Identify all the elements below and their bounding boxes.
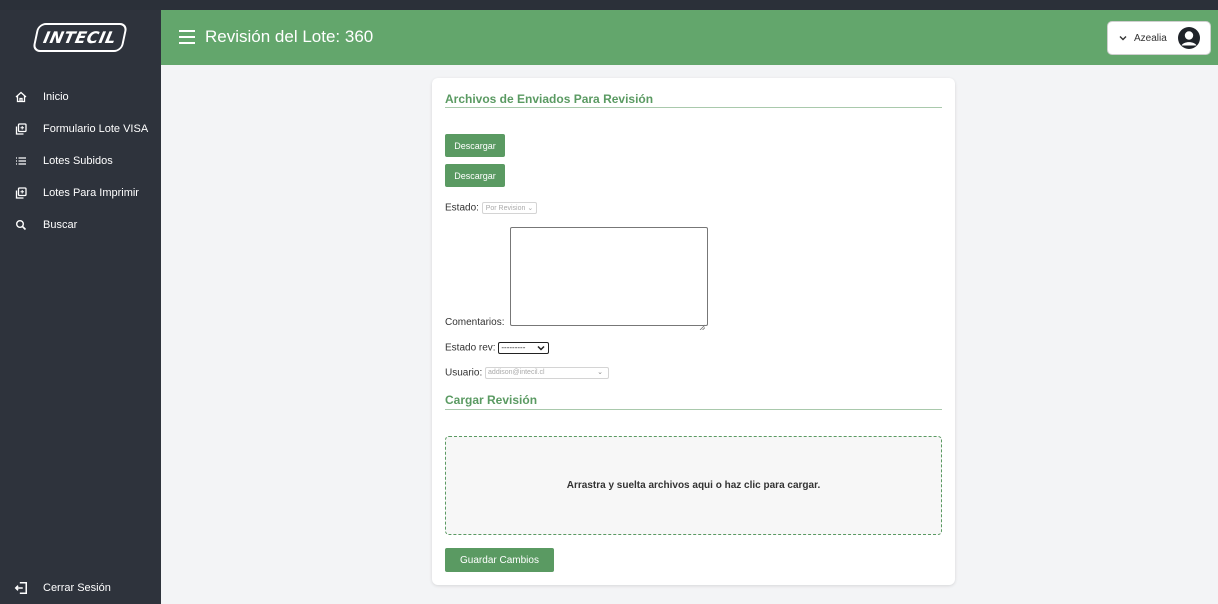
top-border [0, 0, 1218, 10]
estado-rev-row: Estado rev: --------- [445, 342, 550, 355]
usuario-label: Usuario: [445, 367, 483, 379]
section-divider [445, 107, 942, 108]
logo-area[interactable]: INTECIL [0, 10, 161, 65]
menu-toggle-icon[interactable] [179, 30, 195, 44]
page-title: Revisión del Lote: 360 [205, 27, 374, 46]
estado-rev-select[interactable]: --------- [498, 342, 550, 355]
intecil-logo: INTECIL [31, 23, 129, 52]
resize-handle-icon[interactable] [699, 317, 706, 331]
copy-icon [14, 122, 28, 136]
home-icon [14, 90, 28, 104]
sidebar-item-label: Inicio [43, 91, 69, 103]
top-header: Revisión del Lote: 360 Azealia [161, 10, 1218, 65]
upload-section-title: Cargar Revisión [445, 393, 538, 407]
search-icon [14, 218, 28, 232]
sidebar: INTECIL Inicio Formulario Lote VISA Lote… [0, 10, 161, 604]
download-button-1[interactable]: Descargar [445, 134, 505, 157]
estado-select: Por Revision ⌄ [481, 202, 538, 214]
list-icon [14, 154, 28, 168]
chevron-down-icon [1118, 33, 1128, 43]
sidebar-item-buscar[interactable]: Buscar [0, 214, 161, 236]
sidebar-item-label: Buscar [43, 219, 78, 231]
section-divider [445, 409, 942, 410]
logout-icon [14, 581, 28, 595]
file-dropzone[interactable]: Arrastra y suelta archivos aqui o haz cl… [445, 436, 942, 535]
estado-label: Estado: [445, 202, 479, 214]
estado-row: Estado: Por Revision ⌄ [445, 202, 538, 214]
logout-button[interactable]: Cerrar Sesión [0, 577, 161, 599]
save-changes-button[interactable]: Guardar Cambios [445, 548, 554, 572]
comentarios-textarea[interactable] [510, 227, 708, 331]
estado-value: Por Revision [485, 205, 526, 212]
sidebar-item-label: Lotes Para Imprimir [43, 187, 139, 199]
sidebar-item-formulario-lote-visa[interactable]: Formulario Lote VISA [0, 118, 161, 140]
chevron-down-icon [537, 344, 545, 355]
usuario-row: Usuario: addison@intecil.cl ⌄ [445, 367, 610, 379]
comentarios-label: Comentarios: [445, 317, 505, 328]
revision-card: Archivos de Enviados Para Revisión Desca… [432, 78, 955, 585]
files-section-title: Archivos de Enviados Para Revisión [445, 92, 654, 106]
sidebar-item-label: Lotes Subidos [43, 155, 113, 167]
sidebar-item-inicio[interactable]: Inicio [0, 86, 161, 108]
logo-text: INTECIL [41, 28, 119, 47]
usuario-select: addison@intecil.cl ⌄ [485, 367, 610, 379]
sidebar-item-lotes-subidos[interactable]: Lotes Subidos [0, 150, 161, 172]
download-button-2[interactable]: Descargar [445, 164, 505, 187]
copy-icon [14, 186, 28, 200]
avatar [1177, 26, 1201, 50]
user-name: Azealia [1134, 32, 1167, 44]
usuario-value: addison@intecil.cl [488, 369, 545, 376]
user-menu-button[interactable]: Azealia [1107, 21, 1211, 55]
logout-label: Cerrar Sesión [43, 582, 111, 594]
dropzone-text: Arrastra y suelta archivos aqui o haz cl… [566, 480, 821, 491]
sidebar-item-label: Formulario Lote VISA [43, 123, 149, 135]
estado-rev-label: Estado rev: [445, 342, 496, 354]
sidebar-item-lotes-para-imprimir[interactable]: Lotes Para Imprimir [0, 182, 161, 204]
estado-rev-value: --------- [501, 343, 526, 352]
chevron-down-icon: ⌄ [597, 369, 604, 376]
